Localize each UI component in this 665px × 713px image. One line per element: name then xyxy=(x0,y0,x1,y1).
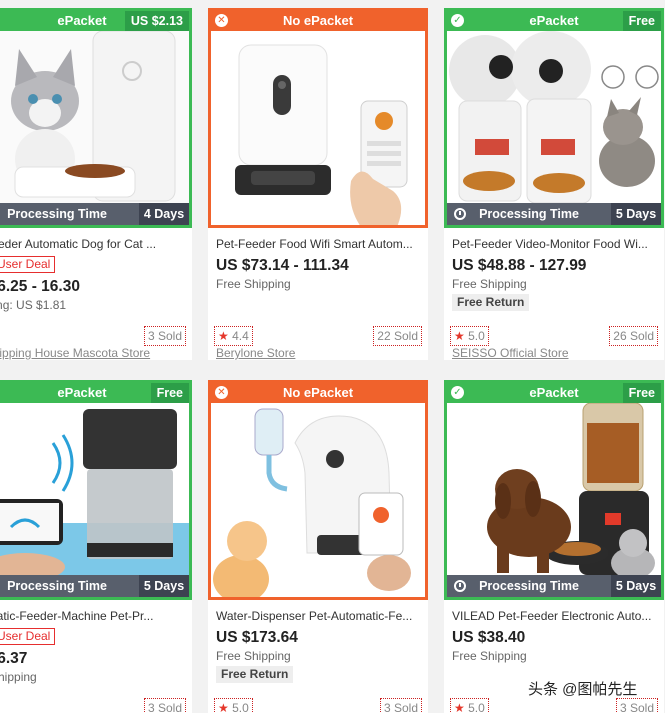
product-price: US $73.14 - 111.34 xyxy=(216,257,349,274)
shipping-info: Free Shipping xyxy=(216,277,291,291)
store-link[interactable]: SEISSO Official Store xyxy=(452,346,569,360)
rating-value: 4.4 xyxy=(232,329,249,343)
processing-time-bar: Processing Time 5 Days xyxy=(0,575,189,597)
free-return-badge: Free Return xyxy=(216,666,294,683)
shipping-info: Free Shipping xyxy=(452,277,527,291)
product-title[interactable]: Pet-Feeder Video-Monitor Food Wi... xyxy=(452,236,658,252)
badge-label: ePacket xyxy=(57,385,107,400)
product-image xyxy=(211,403,425,597)
badge-label: ePacket xyxy=(57,13,107,28)
product-title[interactable]: -Feeder Automatic Dog for Cat ... xyxy=(0,236,186,252)
product-card[interactable]: ePacket US $2.13 Processing Time 4 Days xyxy=(0,8,192,360)
processing-days: 5 Days xyxy=(139,575,189,597)
processing-time-bar: Processing Time 4 Days xyxy=(0,203,189,225)
processing-time-label: Processing Time xyxy=(7,207,107,221)
processing-days: 4 Days xyxy=(139,203,189,225)
new-user-deal-badge: w User Deal xyxy=(0,256,56,273)
processing-time-label: Processing Time xyxy=(479,579,579,593)
product-title[interactable]: Water-Dispenser Pet-Automatic-Fe... xyxy=(216,608,422,624)
badge-label: No ePacket xyxy=(282,13,354,28)
rating-box: ★ 5.0 xyxy=(450,698,489,713)
star-icon: ★ xyxy=(454,329,465,343)
rating-box: ★ 5.0 xyxy=(450,326,489,346)
badge-label: ePacket xyxy=(529,385,579,400)
shipping-badge: ✕ No ePacket xyxy=(211,383,425,403)
new-user-deal-badge: w User Deal xyxy=(0,628,56,645)
check-icon: ✓ xyxy=(451,386,464,399)
shipping-info: pping: US $1.81 xyxy=(0,298,67,312)
product-card[interactable]: ✕ No ePacket Pet-Feeder Food Wifi Smart … xyxy=(208,8,428,360)
store-link[interactable]: Berylone Store xyxy=(216,346,295,360)
sold-count: 3 Sold xyxy=(143,326,186,346)
rating-box: ★ 5.0 xyxy=(214,698,253,713)
product-image-frame[interactable]: ✕ No ePacket xyxy=(208,8,428,228)
sold-count: 22 Sold xyxy=(373,326,422,346)
product-image xyxy=(447,31,661,203)
product-image xyxy=(0,31,189,203)
processing-days: 5 Days xyxy=(611,575,661,597)
product-price: $16.37 xyxy=(0,650,28,667)
product-card[interactable]: ✓ ePacket Free Processing Time 5 Days VI… xyxy=(444,380,664,713)
sold-count: 26 Sold xyxy=(609,326,658,346)
shipping-price-tag: Free xyxy=(622,383,661,403)
product-title[interactable]: Pet-Feeder Food Wifi Smart Autom... xyxy=(216,236,422,252)
shipping-price-tag: Free xyxy=(150,383,189,403)
product-card[interactable]: ePacket Free Processing Time 5 Days tic-… xyxy=(0,380,192,713)
product-image xyxy=(447,403,661,575)
product-image-frame[interactable]: ✓ ePacket Free Processing Time 5 Days xyxy=(444,8,664,228)
product-title[interactable]: omatic-Feeder-Machine Pet-Pr... xyxy=(0,608,186,624)
product-image-frame[interactable]: ePacket US $2.13 Processing Time 4 Days xyxy=(0,8,192,228)
rating-value: 5.0 xyxy=(468,329,485,343)
product-image-frame[interactable]: ✕ No ePacket xyxy=(208,380,428,600)
shipping-info: e Shipping xyxy=(0,670,37,684)
watermark: 头条 @图帕先生 xyxy=(528,681,638,698)
shipping-badge: ✕ No ePacket xyxy=(211,11,425,31)
processing-time-label: Processing Time xyxy=(479,207,579,221)
product-image xyxy=(0,403,189,575)
product-image-frame[interactable]: ✓ ePacket Free Processing Time 5 Days xyxy=(444,380,664,600)
badge-label: No ePacket xyxy=(282,385,354,400)
free-return-badge: Free Return xyxy=(452,294,530,311)
shipping-info: Free Shipping xyxy=(452,649,527,663)
processing-time-bar: Processing Time 5 Days xyxy=(447,575,661,597)
processing-time-label: Processing Time xyxy=(7,579,107,593)
product-card[interactable]: ✓ ePacket Free Processing Time 5 Days Pe… xyxy=(444,8,664,360)
no-epacket-icon: ✕ xyxy=(215,386,228,399)
product-image xyxy=(211,31,425,225)
rating-value: 5.0 xyxy=(468,701,485,713)
rating-box: ★ 4.4 xyxy=(214,326,253,346)
star-icon: ★ xyxy=(454,701,465,713)
check-icon: ✓ xyxy=(451,14,464,27)
store-link[interactable]: pshipping House Mascota Store xyxy=(0,346,150,360)
sold-count: 3 Sold xyxy=(615,698,658,713)
product-title[interactable]: VILEAD Pet-Feeder Electronic Auto... xyxy=(452,608,658,624)
sold-count: 3 Sold xyxy=(379,698,422,713)
no-epacket-icon: ✕ xyxy=(215,14,228,27)
rating-value: 5.0 xyxy=(232,701,249,713)
shipping-price-tag: US $2.13 xyxy=(124,11,189,31)
product-image-frame[interactable]: ePacket Free Processing Time 5 Days xyxy=(0,380,192,600)
badge-label: ePacket xyxy=(529,13,579,28)
sold-count: 3 Sold xyxy=(143,698,186,713)
product-price: US $173.64 xyxy=(216,629,298,646)
star-icon: ★ xyxy=(218,329,229,343)
product-price: US $38.40 xyxy=(452,629,526,646)
product-price: US $48.88 - 127.99 xyxy=(452,257,587,274)
shipping-info: Free Shipping xyxy=(216,649,291,663)
shipping-price-tag: Free xyxy=(622,11,661,31)
product-card[interactable]: ✕ No ePacket Water-Dispenser Pet-Automat… xyxy=(208,380,428,713)
star-icon: ★ xyxy=(218,701,229,713)
processing-time-bar: Processing Time 5 Days xyxy=(447,203,661,225)
processing-days: 5 Days xyxy=(611,203,661,225)
product-price: $16.25 - 16.30 xyxy=(0,278,80,295)
